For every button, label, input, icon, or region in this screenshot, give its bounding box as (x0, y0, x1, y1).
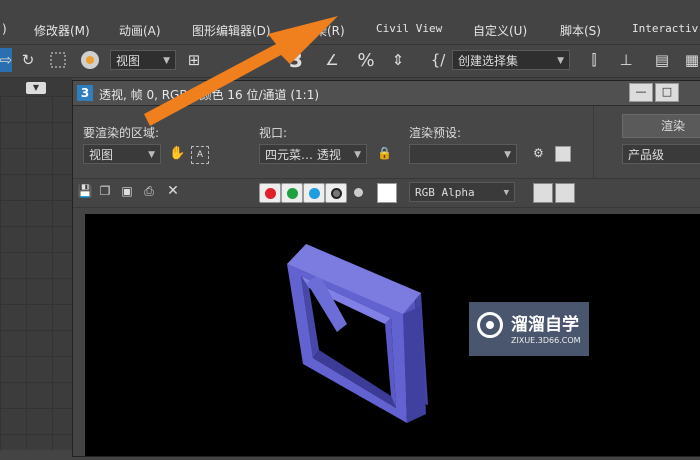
watermark-logo-icon (477, 312, 503, 338)
watermark-text: 溜溜自学 (511, 315, 579, 335)
orange-arrow-icon (144, 16, 338, 126)
watermark-url: ZIXUE.3D66.COM (511, 336, 581, 345)
watermark-badge: 溜溜自学 ZIXUE.3D66.COM (469, 302, 589, 356)
